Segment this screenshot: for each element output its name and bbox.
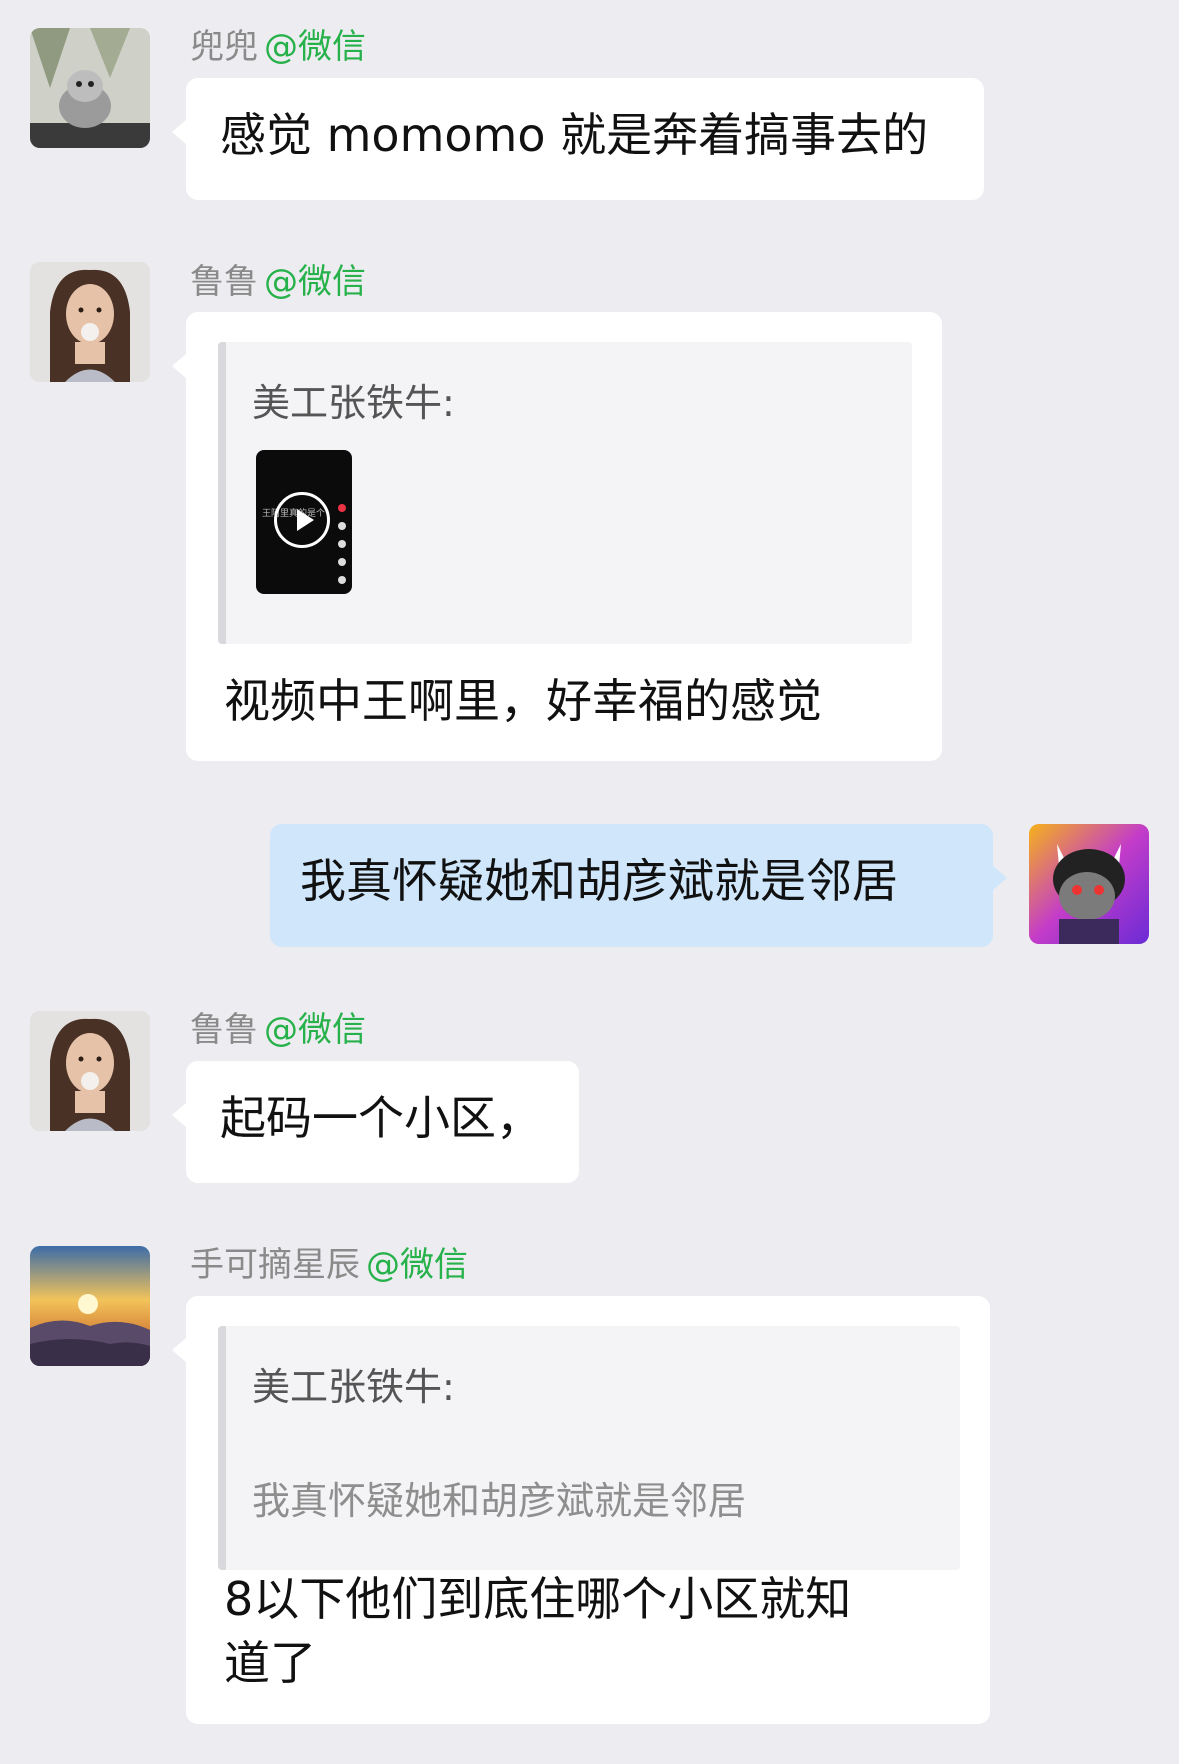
message-bubble[interactable]: 我真怀疑她和胡彦斌就是邻居 xyxy=(270,824,1007,947)
message-bubble[interactable]: 起码一个小区， xyxy=(172,1061,579,1183)
via-wechat-label: @微信 xyxy=(366,1245,468,1285)
quote-author: 美工张铁牛: xyxy=(252,381,455,425)
cartoon-goat-avatar[interactable] xyxy=(1029,824,1149,944)
message-text: 感觉 momomo 就是奔着搞事去的 xyxy=(220,108,929,162)
message-bubble[interactable]: 感觉 momomo 就是奔着搞事去的 xyxy=(172,78,984,200)
sender-label: 手可摘星辰 xyxy=(190,1245,360,1285)
message-text: 起码一个小区， xyxy=(220,1091,542,1145)
sunset-avatar[interactable] xyxy=(30,1246,150,1366)
message-text: 视频中王啊里，好幸福的感觉 xyxy=(224,674,822,728)
sender-name: 手可摘星辰 @微信 xyxy=(190,1248,468,1282)
play-icon[interactable] xyxy=(274,492,330,548)
sender-label: 鲁鲁 xyxy=(190,1010,258,1050)
message-text-line-2: 道了 xyxy=(224,1636,316,1690)
via-wechat-label: @微信 xyxy=(264,262,366,302)
sender-name: 鲁鲁 @微信 xyxy=(190,265,366,299)
sender-name: 兜兜 @微信 xyxy=(190,30,366,64)
message-bubble[interactable]: 美工张铁牛: 王阿里真的是个 视频中王啊里，好幸福的感觉 xyxy=(172,312,942,761)
quoted-message[interactable]: 美工张铁牛: 王阿里真的是个 xyxy=(218,342,912,644)
via-wechat-label: @微信 xyxy=(264,1010,366,1050)
kitten-avatar[interactable] xyxy=(30,28,150,148)
video-side-icons xyxy=(338,504,348,594)
video-thumbnail[interactable]: 王阿里真的是个 xyxy=(256,450,352,594)
message-text-line-1: 8以下他们到底住哪个小区就知 xyxy=(224,1572,852,1626)
quote-text: 我真怀疑她和胡彦斌就是邻居 xyxy=(252,1479,747,1523)
message-bubble[interactable]: 美工张铁牛: 我真怀疑她和胡彦斌就是邻居 8以下他们到底住哪个小区就知 道了 xyxy=(172,1296,990,1724)
quoted-message[interactable]: 美工张铁牛: 我真怀疑她和胡彦斌就是邻居 xyxy=(218,1326,960,1570)
quote-author: 美工张铁牛: xyxy=(252,1365,455,1409)
sender-name: 鲁鲁 @微信 xyxy=(190,1013,366,1047)
message-text: 我真怀疑她和胡彦斌就是邻居 xyxy=(300,854,898,908)
via-wechat-label: @微信 xyxy=(264,27,366,67)
sender-label: 鲁鲁 xyxy=(190,262,258,302)
woman-bubblegum-avatar[interactable] xyxy=(30,1011,150,1131)
woman-bubblegum-avatar[interactable] xyxy=(30,262,150,382)
sender-label: 兜兜 xyxy=(190,27,258,67)
